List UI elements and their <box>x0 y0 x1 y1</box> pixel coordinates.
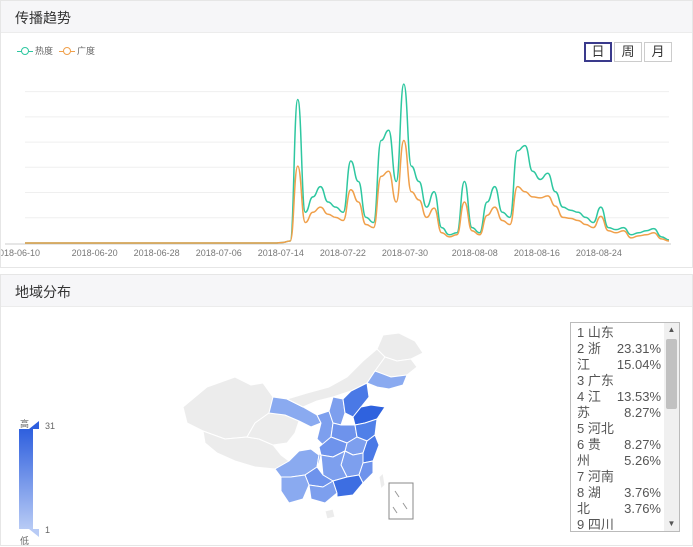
ranking-line-value: 3.76% <box>624 485 661 500</box>
ranking-scrollbar[interactable]: ▲ ▼ <box>664 323 679 531</box>
ranking-list-line: 7 河南 <box>577 469 661 485</box>
ranking-line-label: 北 <box>577 501 591 516</box>
ranking-line-label: 6 贵 <box>577 437 601 452</box>
ranking-list-line: 8 湖 3.76% <box>577 485 661 501</box>
ranking-line-value: 8.27% <box>624 437 661 452</box>
tab-day[interactable]: 日 <box>584 42 612 62</box>
legend-item-breadth[interactable]: 广度 <box>59 44 95 57</box>
chart-legend: 热度 广度 <box>17 44 95 57</box>
legend-swatch-breadth <box>59 46 76 55</box>
x-tick-label: 2018-06-10 <box>1 248 40 258</box>
scroll-down-arrow-icon[interactable]: ▼ <box>664 517 679 531</box>
scale-handle-low[interactable] <box>29 529 39 537</box>
ranking-line-label: 2 浙 <box>577 341 601 356</box>
ranking-line-value: 23.31% <box>616 341 661 356</box>
ranking-line-value: 3.76% <box>624 501 661 516</box>
ranking-line-value: 15.04% <box>616 357 661 372</box>
ranking-line-label: 5 河北 <box>577 421 614 436</box>
south-sea-inset <box>388 482 414 520</box>
region-panel-header: 地域分布 <box>1 275 692 307</box>
legend-item-heat[interactable]: 热度 <box>17 44 53 57</box>
region-ranking-list[interactable]: 1 山东 2 浙 23.31% 江 15.04% 3 广东 4 江 13.53% 苏 8.27% 5… <box>570 322 680 532</box>
legend-swatch-heat <box>17 46 33 55</box>
ranking-list-line: 3 广东 <box>577 373 661 389</box>
ranking-line-label: 8 湖 <box>577 485 601 500</box>
scale-high-label: 高 <box>20 418 29 429</box>
ranking-line-label: 3 广东 <box>577 373 614 388</box>
map-region-yunnan[interactable] <box>280 474 310 504</box>
ranking-line-value: 8.27% <box>624 405 661 420</box>
trend-panel-title: 传播趋势 <box>15 10 71 26</box>
ranking-line-label: 9 四川 <box>577 517 614 532</box>
legend-label-breadth: 广度 <box>77 46 96 56</box>
tab-month[interactable]: 月 <box>644 42 672 62</box>
ranking-list-line: 1 山东 <box>577 325 661 341</box>
x-tick-label: 2018-06-20 <box>72 248 118 258</box>
region-panel-title: 地域分布 <box>15 284 71 300</box>
period-tabs: 日 周 月 <box>584 42 672 62</box>
trend-panel: 传播趋势 热度 广度 日 周 月 2018-06-102018-06-20201… <box>0 0 693 268</box>
x-tick-label: 2018-08-16 <box>514 248 560 258</box>
ranking-list-line: 2 浙 23.31% <box>577 341 661 357</box>
ranking-list-line: 苏 8.27% <box>577 405 661 421</box>
x-tick-label: 2018-07-06 <box>196 248 242 258</box>
scroll-thumb[interactable] <box>666 339 677 409</box>
region-panel: 地域分布 高 31 1 低 1 山东 2 浙 23.31% 江 15.04% 3… <box>0 274 693 546</box>
scale-min-value: 1 <box>45 525 50 535</box>
trend-panel-header: 传播趋势 <box>1 1 692 33</box>
trend-line-chart: 2018-06-10 2018-06-20 2018-06-28 2018-07-06… <box>1 83 671 258</box>
legend-label-heat: 热度 <box>35 46 54 56</box>
x-tick-label: 2018-07-30 <box>382 248 428 258</box>
china-map <box>182 332 424 520</box>
ranking-list-line: 4 江 13.53% <box>577 389 661 405</box>
ranking-line-label: 7 河南 <box>577 469 614 484</box>
map-region-taiwan[interactable] <box>378 472 386 490</box>
scale-max-value: 31 <box>45 421 55 431</box>
ranking-list-line: 5 河北 <box>577 421 661 437</box>
ranking-list-line: 江 15.04% <box>577 357 661 373</box>
scale-handle-high[interactable] <box>29 421 39 429</box>
scroll-up-arrow-icon[interactable]: ▲ <box>664 323 679 337</box>
scale-low-label: 低 <box>20 535 29 546</box>
tab-week[interactable]: 周 <box>614 42 642 62</box>
x-tick-label: 2018-07-14 <box>258 248 304 258</box>
ranking-line-label: 1 山东 <box>577 325 614 340</box>
ranking-line-value: 13.53% <box>616 389 661 404</box>
map-region-hainan[interactable] <box>324 508 336 520</box>
x-tick-label: 2018-08-24 <box>576 248 622 258</box>
ranking-list-line: 9 四川 <box>577 517 661 532</box>
x-tick-label: 2018-07-22 <box>320 248 366 258</box>
ranking-line-label: 江 <box>577 357 591 372</box>
ranking-line-label: 4 江 <box>577 389 601 404</box>
x-tick-label: 2018-06-28 <box>134 248 180 258</box>
ranking-list-content: 1 山东 2 浙 23.31% 江 15.04% 3 广东 4 江 13.53% 苏 8.27% 5… <box>577 325 661 532</box>
ranking-line-label: 苏 <box>577 405 591 420</box>
ranking-line-value: 5.26% <box>624 453 661 468</box>
color-scale-legend: 高 31 1 低 <box>19 418 55 546</box>
ranking-list-line: 6 贵 8.27% <box>577 437 661 453</box>
scale-gradient-bar <box>19 429 33 529</box>
ranking-line-label: 州 <box>577 453 591 468</box>
ranking-list-line: 北 3.76% <box>577 501 661 517</box>
ranking-list-line: 州 5.26% <box>577 453 661 469</box>
x-tick-label: 2018-08-08 <box>452 248 498 258</box>
